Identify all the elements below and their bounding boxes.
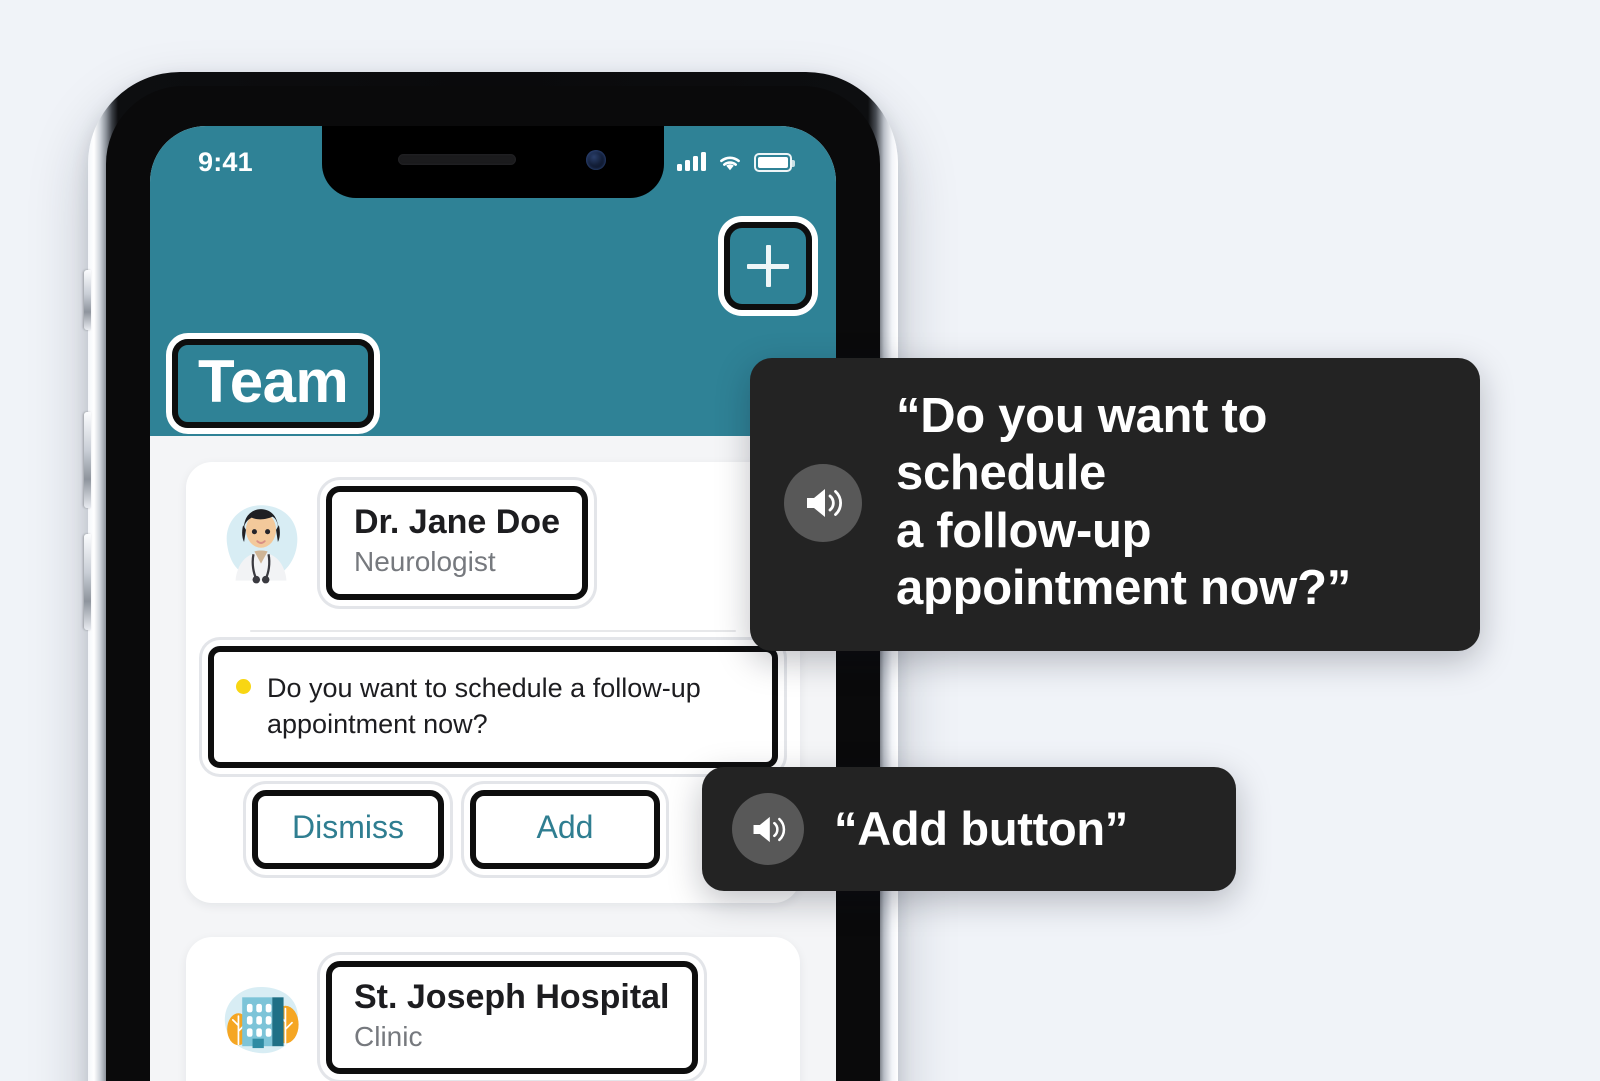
member-role: Neurologist — [354, 546, 496, 578]
identity-row: Dr. Jane Doe Neurologist — [186, 486, 800, 600]
hospital-building-icon — [214, 971, 308, 1065]
notification-text: Do you want to schedule a follow-up appo… — [267, 672, 701, 740]
status-indicators — [677, 152, 795, 172]
add-button[interactable] — [724, 222, 812, 310]
identity-row: St. Joseph Hospital Clinic — [186, 960, 800, 1081]
status-dot-icon — [236, 678, 251, 694]
signal-bars-icon — [677, 152, 706, 171]
team-member-card-hospital[interactable]: St. Joseph Hospital Clinic — [186, 936, 800, 1081]
volume-up-button[interactable] — [84, 412, 91, 508]
speaker-wave-icon — [732, 793, 804, 865]
speaker-wave-icon — [784, 463, 862, 542]
volume-down-button[interactable] — [84, 534, 91, 630]
plus-icon — [747, 245, 789, 287]
member-name: St. Joseph Hospital — [354, 977, 670, 1016]
dismiss-button[interactable]: Dismiss — [252, 790, 444, 869]
status-time: 9:41 — [198, 146, 253, 177]
silence-switch[interactable] — [84, 270, 91, 330]
status-bar: 9:41 — [150, 140, 836, 184]
wifi-icon — [720, 156, 740, 170]
member-name-box[interactable]: Dr. Jane Doe Neurologist — [326, 486, 588, 600]
page-title[interactable]: Team — [172, 338, 375, 428]
page-title-label: Team — [198, 347, 349, 415]
member-name-box[interactable]: St. Joseph Hospital Clinic — [326, 960, 698, 1075]
callout-text: “Add button” — [834, 801, 1128, 855]
doctor-avatar-icon — [214, 496, 308, 590]
notification-message[interactable]: Do you want to schedule a follow-up appo… — [208, 645, 778, 769]
battery-full-icon — [754, 152, 795, 172]
add-appointment-button[interactable]: Add — [469, 790, 660, 869]
card-separator — [250, 629, 736, 632]
member-name: Dr. Jane Doe — [354, 503, 560, 541]
app-header: 9:41 Team — [150, 126, 836, 436]
callout-text: “Do you want to schedule a follow-up appoi… — [896, 389, 1351, 615]
voiceover-callout-button: “Add button” — [702, 767, 1236, 891]
voiceover-callout-message: “Do you want to schedule a follow-up appoi… — [750, 358, 1480, 652]
member-role: Clinic — [354, 1021, 423, 1053]
phone-screen: 9:41 Team Dr. Jane Doe Neurologist Do yo… — [150, 126, 836, 1081]
app-body: Dr. Jane Doe Neurologist Do you want to … — [150, 436, 836, 1081]
